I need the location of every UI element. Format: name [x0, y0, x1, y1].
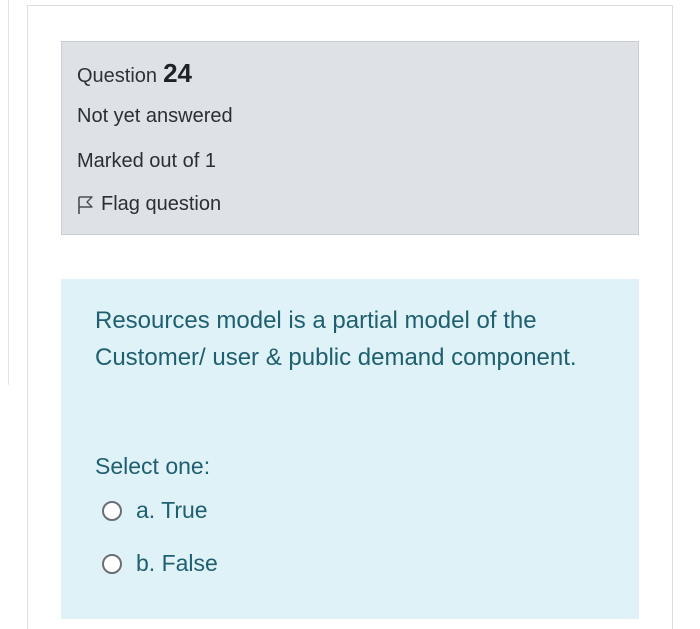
question-label: Question — [77, 65, 158, 87]
select-one-prompt: Select one: — [95, 453, 211, 479]
flag-question-label: Flag question — [101, 193, 222, 215]
question-heading: Question 24 — [77, 58, 192, 89]
radio-true[interactable] — [102, 500, 122, 521]
radio-false[interactable] — [102, 553, 122, 574]
answer-option-true[interactable]: a. True — [102, 497, 208, 524]
question-formulation: Resources model is a partial model of th… — [61, 279, 639, 619]
answer-label-true: a. True — [136, 497, 208, 523]
answer-option-false[interactable]: b. False — [102, 550, 218, 577]
question-info-panel: Question 24 Not yet answered Marked out … — [61, 41, 639, 235]
flag-question-link[interactable]: Flag question — [76, 193, 221, 216]
question-grade: Marked out of 1 — [77, 150, 216, 172]
question-state: Not yet answered — [77, 105, 233, 127]
question-number: 24 — [163, 58, 192, 88]
quiz-page: Question 24 Not yet answered Marked out … — [0, 0, 700, 629]
question-text: Resources model is a partial model of th… — [95, 307, 577, 371]
flag-outline-icon — [76, 195, 94, 215]
left-divider — [8, 0, 9, 385]
answer-label-false: b. False — [136, 550, 218, 576]
